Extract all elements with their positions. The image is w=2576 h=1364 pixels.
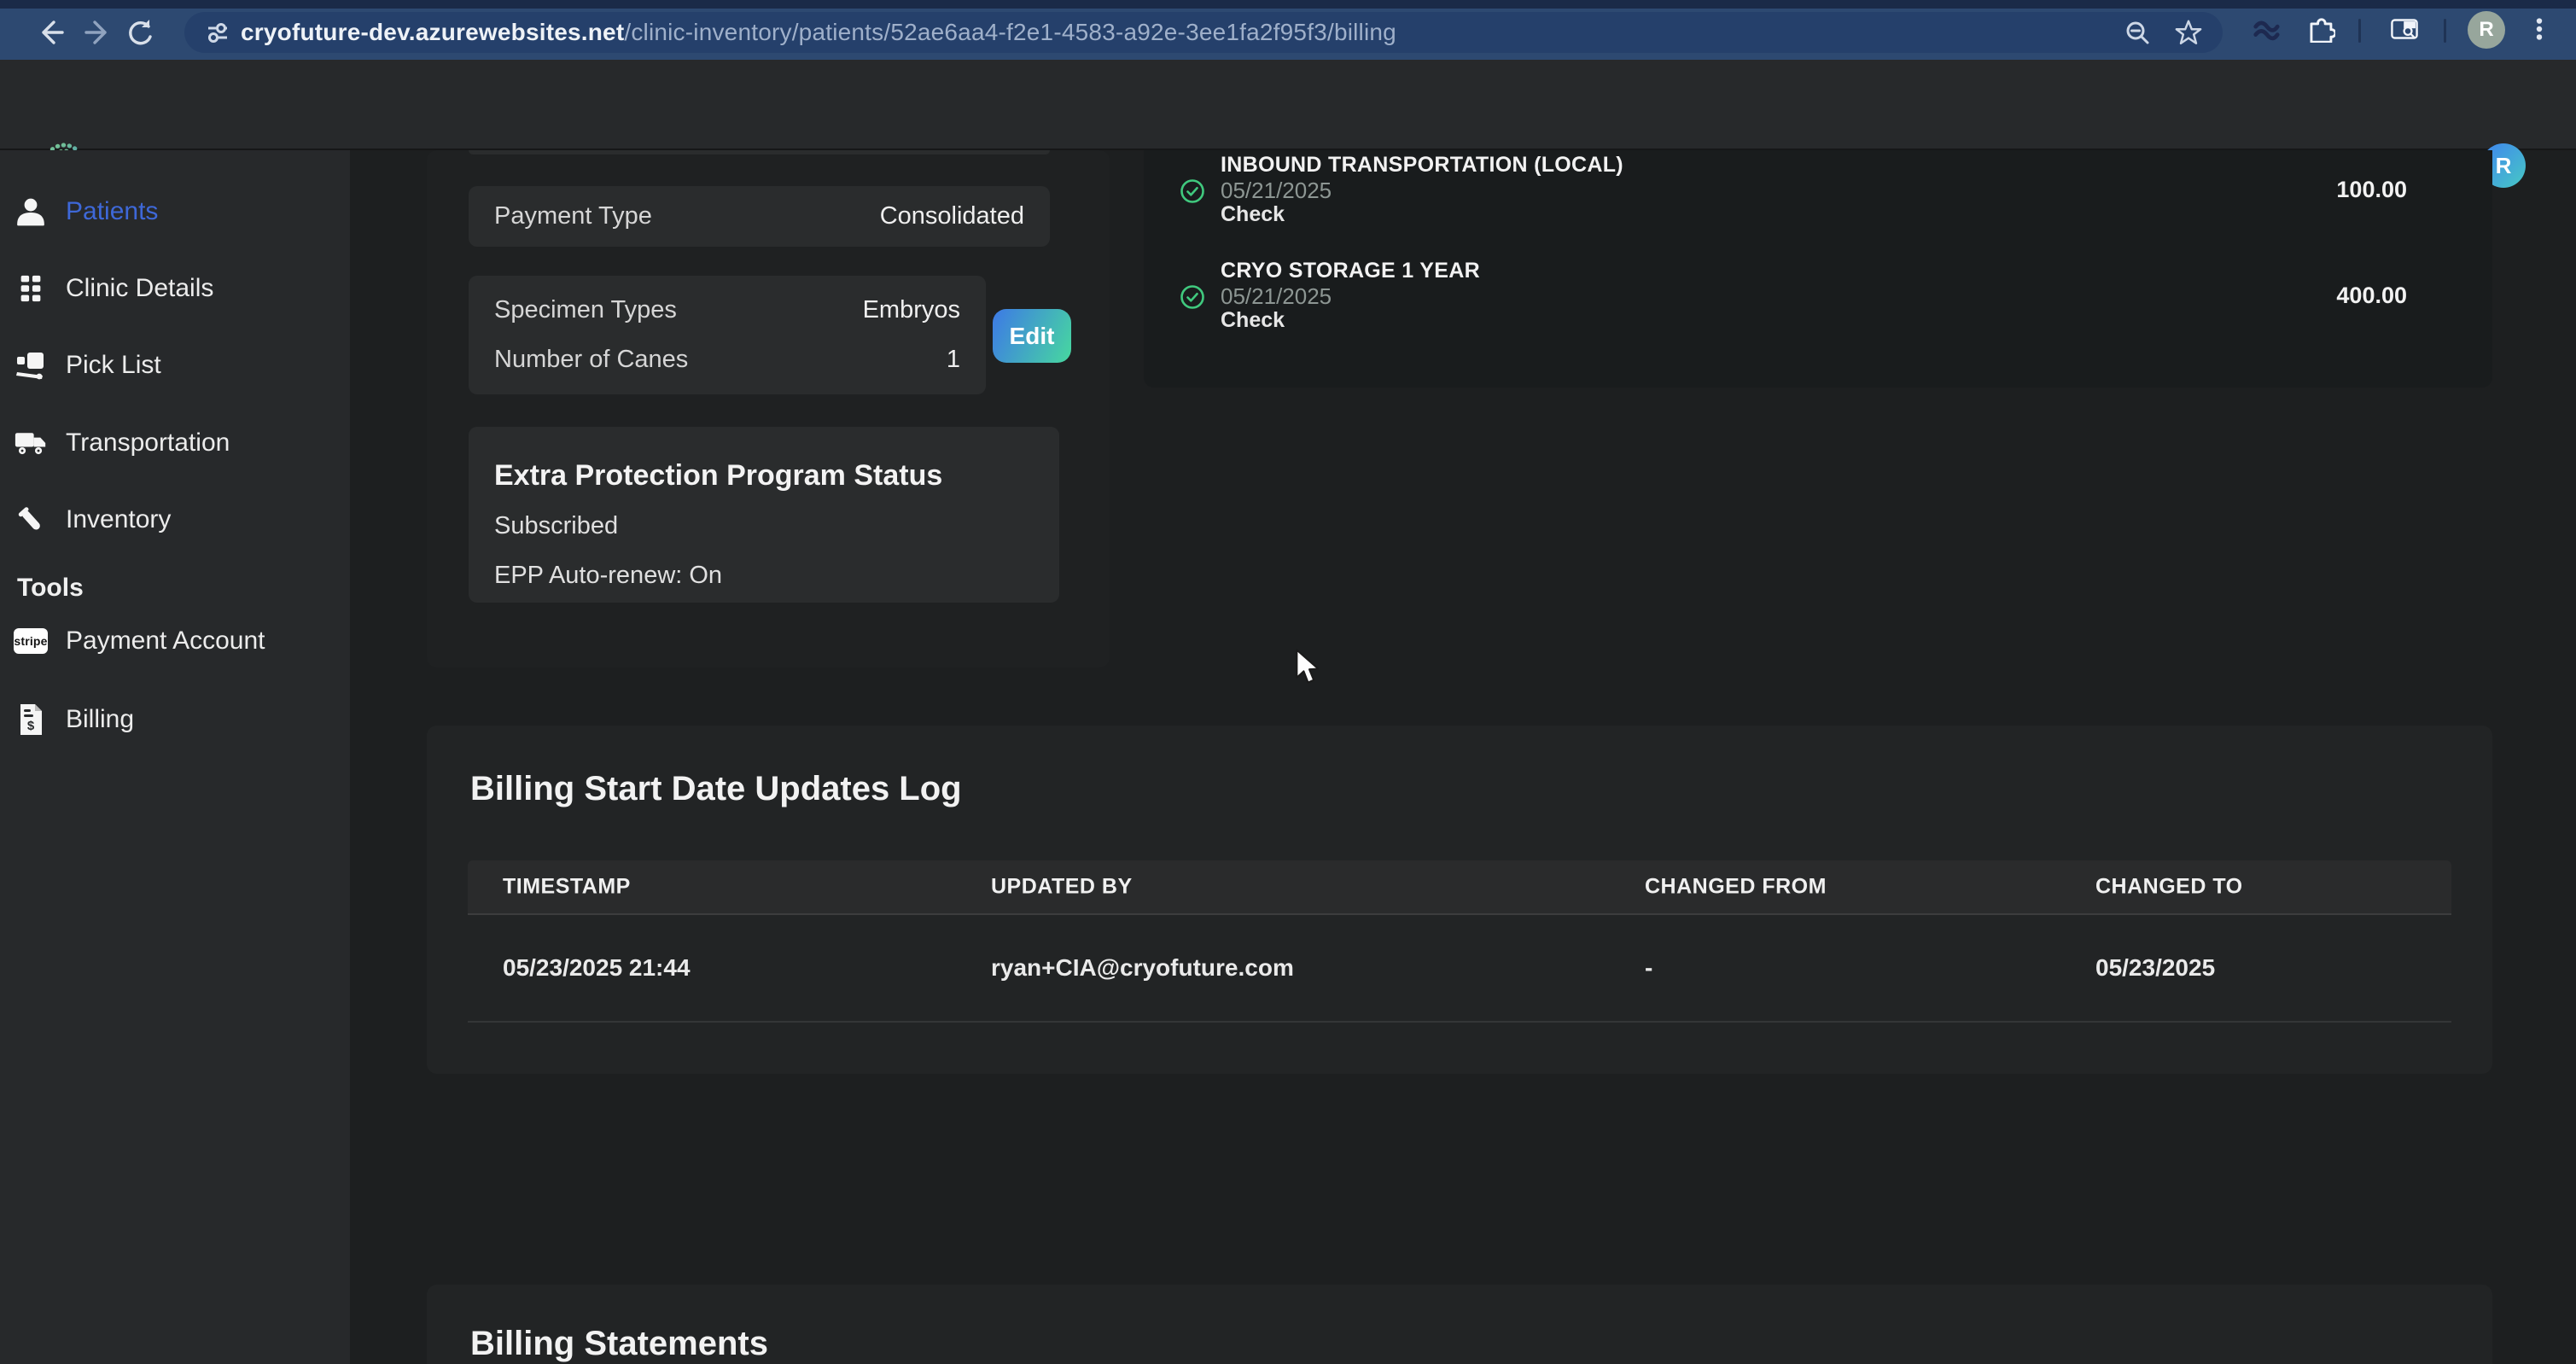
user-avatar-initial: R xyxy=(2496,153,2512,179)
payment-type-label: Payment Type xyxy=(494,202,652,230)
check-circle-icon xyxy=(1180,178,1205,204)
sidebar-item-transportation[interactable]: Transportation xyxy=(15,416,339,470)
column-header-changed-from: CHANGED FROM xyxy=(1645,875,1827,900)
invoice-icon: $ xyxy=(15,703,47,736)
line-item-amount: 400.00 xyxy=(2336,283,2407,309)
column-header-timestamp: TIMESTAMP xyxy=(503,875,631,900)
payment-type-card: Payment Type Consolidated xyxy=(469,186,1050,247)
truck-icon xyxy=(15,429,47,457)
line-item-date: 05/21/2025 xyxy=(1221,283,1332,310)
person-icon xyxy=(15,196,47,227)
column-header-changed-to: CHANGED TO xyxy=(2095,875,2243,900)
epp-title: Extra Protection Program Status xyxy=(494,459,942,493)
wave-extension-icon[interactable] xyxy=(2252,15,2281,44)
url-bar[interactable]: cryofuture-dev.azurewebsites.net/clinic-… xyxy=(184,12,2223,53)
line-item-title: INBOUND TRANSPORTATION (LOCAL) xyxy=(1221,153,1623,178)
site-settings-icon[interactable] xyxy=(203,18,232,47)
forklift-icon xyxy=(15,350,47,381)
forward-arrow-icon xyxy=(83,16,115,49)
sidebar-item-label: Clinic Details xyxy=(66,274,213,303)
sidebar-item-pick-list[interactable]: Pick List xyxy=(15,338,339,393)
billing-statements-title: Billing Statements xyxy=(470,1325,768,1363)
bookmark-star-icon[interactable] xyxy=(2174,18,2203,47)
account-details-panel: Payment Type Consolidated Specimen Types… xyxy=(427,150,1110,667)
billing-statements-section: Billing Statements xyxy=(427,1285,2492,1364)
browser-profile-avatar[interactable]: R xyxy=(2468,11,2505,49)
column-header-updated-by: UPDATED BY xyxy=(991,875,1133,900)
payment-type-value: Consolidated xyxy=(880,202,1024,230)
specimen-types-label: Specimen Types xyxy=(494,296,677,324)
browser-profile-initial: R xyxy=(2479,18,2493,42)
toolbar-separator xyxy=(2358,19,2361,43)
svg-text:$: $ xyxy=(27,719,35,733)
line-item-title: CRYO STORAGE 1 YEAR xyxy=(1221,259,1480,283)
app-header: IVF Clinic R xyxy=(0,60,2576,150)
sidebar-item-payment-account[interactable]: stripe Payment Account xyxy=(15,614,339,668)
reload-icon xyxy=(124,16,156,49)
extensions-puzzle-icon[interactable] xyxy=(2306,14,2335,43)
edit-button[interactable]: Edit xyxy=(993,309,1071,363)
cell-timestamp: 05/23/2025 21:44 xyxy=(503,954,691,982)
sidebar-item-patients[interactable]: Patients xyxy=(15,184,339,239)
url-domain: cryofuture-dev.azurewebsites.net xyxy=(241,19,624,45)
zoom-out-icon[interactable] xyxy=(2123,18,2152,47)
grid-icon xyxy=(15,273,47,304)
stripe-badge-text: stripe xyxy=(14,628,47,654)
epp-status-card: Extra Protection Program Status Subscrib… xyxy=(469,427,1059,603)
back-button[interactable] xyxy=(32,15,67,50)
updates-log-section: Billing Start Date Updates Log TIMESTAMP… xyxy=(427,726,2492,1074)
url-text: cryofuture-dev.azurewebsites.net/clinic-… xyxy=(241,19,1396,46)
sidebar-item-billing[interactable]: $ Billing xyxy=(15,692,339,747)
back-arrow-icon xyxy=(33,16,66,49)
updates-log-title: Billing Start Date Updates Log xyxy=(470,770,962,808)
table-row: 05/23/2025 21:44 ryan+CIA@cryofuture.com… xyxy=(468,915,2451,1023)
specimen-types-value: Embryos xyxy=(863,296,960,324)
stripe-icon: stripe xyxy=(15,628,47,654)
table-header-row: TIMESTAMP UPDATED BY CHANGED FROM CHANGE… xyxy=(468,860,2451,915)
cell-changed-from: - xyxy=(1645,954,1652,982)
test-tube-icon xyxy=(15,504,47,535)
line-item-method: Check xyxy=(1221,308,1285,333)
line-item-date: 05/21/2025 xyxy=(1221,178,1332,204)
cell-changed-to: 05/23/2025 xyxy=(2095,954,2215,982)
screen: cryofuture-dev.azurewebsites.net/clinic-… xyxy=(0,0,2576,1364)
epp-autorenew: EPP Auto-renew: On xyxy=(494,562,722,590)
line-item-amount: 100.00 xyxy=(2336,177,2407,203)
window-frame-strip xyxy=(0,0,2576,9)
browser-menu-icon[interactable] xyxy=(2525,15,2554,44)
epp-status: Subscribed xyxy=(494,512,618,540)
mouse-cursor xyxy=(1294,649,1325,686)
url-path: /clinic-inventory/patients/52ae6aa4-f2e1… xyxy=(624,19,1396,45)
cell-updated-by: ryan+CIA@cryofuture.com xyxy=(991,954,1294,982)
forward-button[interactable] xyxy=(82,15,116,50)
partial-card-edge xyxy=(469,150,1050,154)
sidebar-item-label: Transportation xyxy=(66,428,230,458)
specimen-card: Specimen Types Embryos Number of Canes 1 xyxy=(469,276,986,394)
sidebar-section-tools: Tools xyxy=(17,574,84,603)
sidebar-item-label: Pick List xyxy=(66,351,161,380)
tab-search-icon[interactable] xyxy=(2390,15,2419,44)
billing-line-items-card: INBOUND TRANSPORTATION (LOCAL) 05/21/202… xyxy=(1144,150,2492,388)
number-of-canes-label: Number of Canes xyxy=(494,346,688,374)
check-circle-icon xyxy=(1180,284,1205,310)
sidebar-item-label: Payment Account xyxy=(66,627,265,656)
line-item-method: Check xyxy=(1221,202,1285,227)
toolbar-separator xyxy=(2444,19,2446,43)
sidebar-item-label: Inventory xyxy=(66,505,171,534)
sidebar-item-clinic-details[interactable]: Clinic Details xyxy=(15,261,339,316)
sidebar: Patients Clinic Details xyxy=(0,150,350,1364)
sidebar-item-inventory[interactable]: Inventory xyxy=(15,493,339,547)
browser-toolbar: cryofuture-dev.azurewebsites.net/clinic-… xyxy=(0,0,2576,60)
sidebar-item-label: Patients xyxy=(66,197,158,226)
reload-button[interactable] xyxy=(123,15,157,50)
sidebar-item-label: Billing xyxy=(66,705,134,734)
number-of-canes-value: 1 xyxy=(947,346,960,374)
